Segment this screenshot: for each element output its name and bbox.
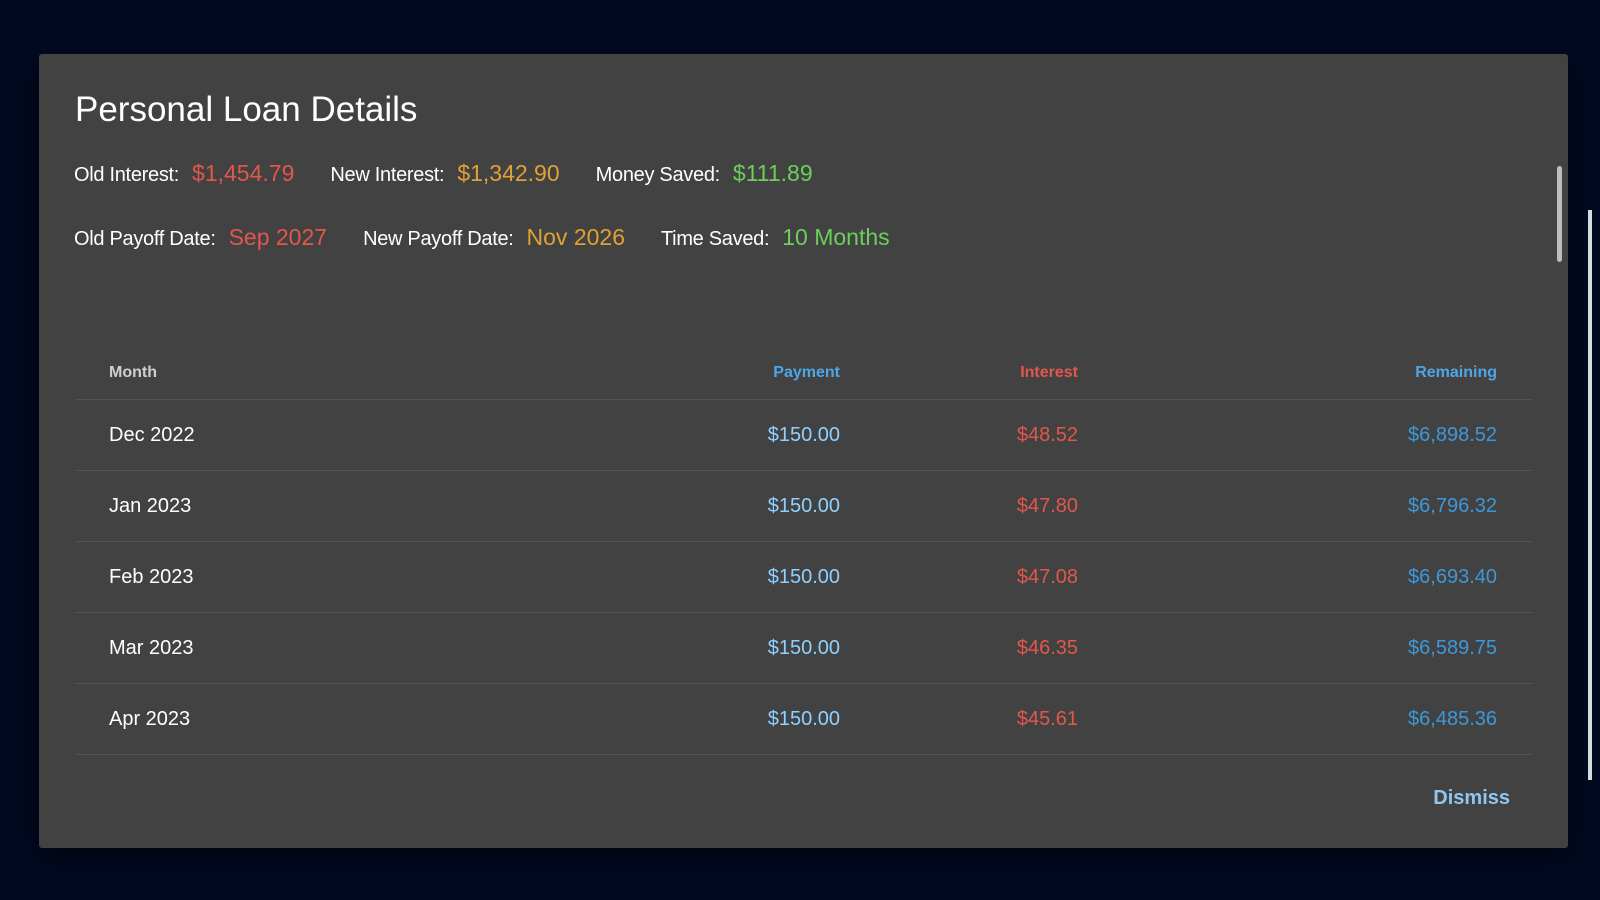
cell-remaining: $6,796.32 [1408, 494, 1497, 517]
cell-month: Jan 2023 [109, 494, 192, 517]
interest-stats-row: Old Interest: $1,454.79 New Interest: $1… [74, 160, 849, 187]
cell-payment: $150.00 [767, 636, 840, 659]
new-payoff-value: Nov 2026 [526, 224, 625, 250]
old-payoff-label: Old Payoff Date: [74, 228, 216, 250]
cell-payment: $150.00 [767, 494, 840, 517]
time-saved-label: Time Saved: [661, 228, 770, 250]
cell-month: Mar 2023 [109, 636, 194, 659]
cell-remaining: $6,693.40 [1408, 565, 1497, 588]
table-row: Jan 2023 $150.00 $47.80 $6,796.32 [75, 471, 1533, 542]
payoff-stats-row: Old Payoff Date: Sep 2027 New Payoff Dat… [74, 224, 926, 251]
time-saved-stat: Time Saved: 10 Months [661, 224, 890, 251]
page-scrollbar[interactable] [1588, 210, 1592, 780]
loan-details-dialog: Personal Loan Details Old Interest: $1,4… [39, 54, 1568, 848]
header-remaining[interactable]: Remaining [1415, 346, 1497, 399]
cell-month: Dec 2022 [109, 423, 195, 446]
cell-month: Feb 2023 [109, 565, 194, 588]
new-payoff-stat: New Payoff Date: Nov 2026 [363, 224, 625, 251]
money-saved-label: Money Saved: [595, 164, 721, 186]
cell-payment: $150.00 [767, 707, 840, 730]
header-payment[interactable]: Payment [773, 346, 840, 399]
cell-interest: $46.35 [1016, 636, 1078, 659]
time-saved-value: 10 Months [782, 224, 890, 250]
table-row: Dec 2022 $150.00 $48.52 $6,898.52 [75, 400, 1533, 471]
cell-month: Apr 2023 [109, 707, 191, 730]
header-interest[interactable]: Interest [1020, 346, 1078, 399]
cell-payment: $150.00 [767, 565, 840, 588]
cell-interest: $48.52 [1016, 423, 1078, 446]
dialog-scrollbar[interactable] [1557, 166, 1562, 262]
header-month[interactable]: Month [109, 346, 157, 399]
cell-remaining: $6,485.36 [1408, 707, 1497, 730]
old-payoff-stat: Old Payoff Date: Sep 2027 [74, 224, 327, 251]
dialog-title: Personal Loan Details [75, 90, 418, 129]
cell-interest: $45.61 [1016, 707, 1078, 730]
cell-interest: $47.80 [1016, 494, 1078, 517]
table-row: Mar 2023 $150.00 $46.35 $6,589.75 [75, 613, 1533, 684]
old-interest-value: $1,454.79 [192, 160, 295, 186]
money-saved-value: $111.89 [732, 160, 813, 186]
old-interest-stat: Old Interest: $1,454.79 [74, 160, 294, 187]
money-saved-stat: Money Saved: $111.89 [596, 160, 813, 187]
cell-payment: $150.00 [767, 423, 840, 446]
cell-interest: $47.08 [1016, 565, 1078, 588]
old-interest-label: Old Interest: [74, 164, 180, 186]
old-payoff-value: Sep 2027 [228, 224, 328, 250]
table-row: Feb 2023 $150.00 $47.08 $6,693.40 [75, 542, 1533, 613]
new-interest-label: New Interest: [330, 164, 445, 186]
new-interest-value: $1,342.90 [457, 160, 560, 186]
table-row: Apr 2023 $150.00 $45.61 $6,485.36 [75, 684, 1533, 755]
cell-remaining: $6,589.75 [1408, 636, 1497, 659]
cell-remaining: $6,898.52 [1408, 423, 1497, 446]
new-payoff-label: New Payoff Date: [363, 228, 514, 250]
new-interest-stat: New Interest: $1,342.90 [330, 160, 559, 187]
table-header-row: Month Payment Interest Remaining [75, 346, 1533, 400]
amortization-table: Month Payment Interest Remaining Dec 202… [75, 346, 1533, 755]
dismiss-button[interactable]: Dismiss [1433, 787, 1510, 810]
